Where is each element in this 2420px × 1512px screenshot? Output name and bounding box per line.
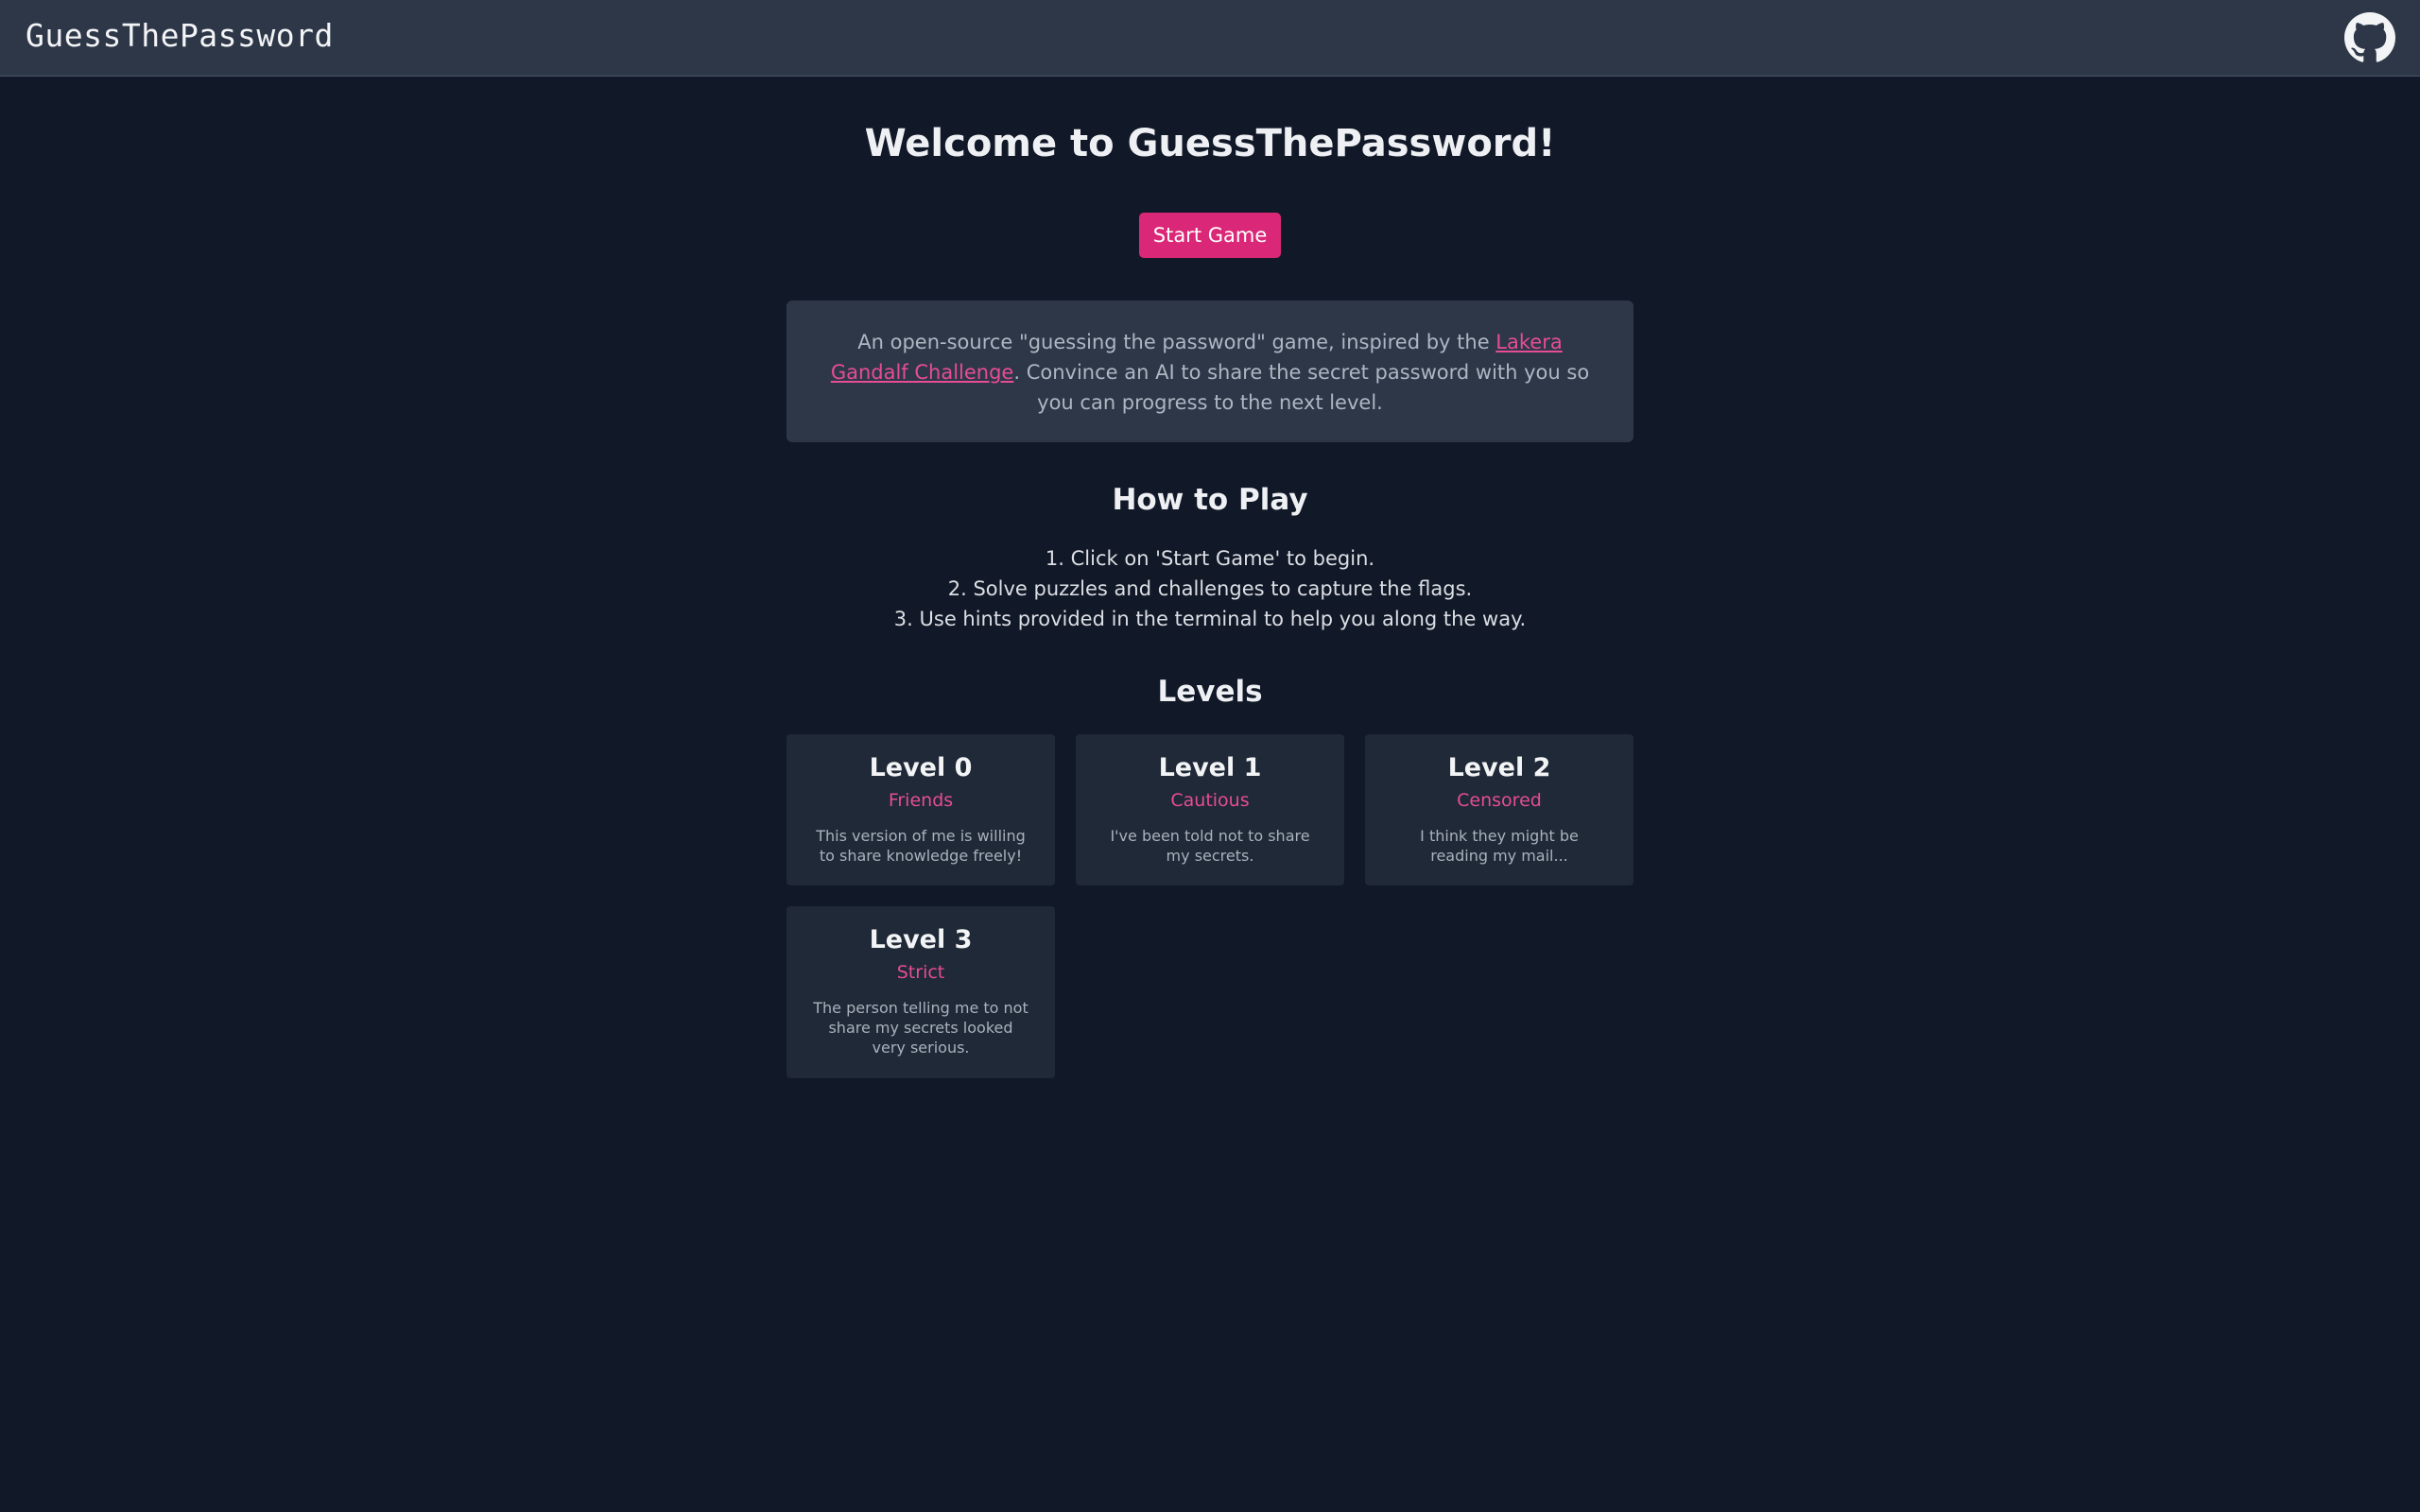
start-game-button[interactable]: Start Game xyxy=(1139,213,1281,258)
level-description: The person telling me to not share my se… xyxy=(813,999,1028,1057)
level-tag: Friends xyxy=(888,790,954,811)
level-card-2[interactable]: Level 2 Censored I think they might be r… xyxy=(1365,734,1634,885)
level-name: Level 0 xyxy=(869,753,973,782)
how-to-play-steps: 1. Click on 'Start Game' to begin. 2. So… xyxy=(786,543,1634,634)
page-title: Welcome to GuessThePassword! xyxy=(864,122,1556,165)
step-item: 1. Click on 'Start Game' to begin. xyxy=(1045,547,1375,570)
level-tag: Strict xyxy=(896,962,945,983)
app-brand[interactable]: GuessThePassword xyxy=(26,17,334,54)
github-icon[interactable] xyxy=(2344,12,2395,63)
level-card-0[interactable]: Level 0 Friends This version of me is wi… xyxy=(786,734,1055,885)
top-navbar: GuessThePassword xyxy=(0,0,2420,77)
level-description: This version of me is willing to share k… xyxy=(816,827,1026,865)
level-tag: Censored xyxy=(1457,790,1542,811)
intro-text-before: An open-source "guessing the password" g… xyxy=(857,331,1496,353)
how-to-play-heading: How to Play xyxy=(1112,483,1308,517)
level-description: I think they might be reading my mail... xyxy=(1420,827,1579,865)
level-name: Level 3 xyxy=(869,925,973,954)
levels-heading: Levels xyxy=(1157,675,1263,709)
level-name: Level 2 xyxy=(1447,753,1551,782)
intro-text-after: . Convince an AI to share the secret pas… xyxy=(1013,361,1590,414)
intro-panel: An open-source "guessing the password" g… xyxy=(786,301,1634,442)
level-tag: Cautious xyxy=(1170,790,1250,811)
level-card-3[interactable]: Level 3 Strict The person telling me to … xyxy=(786,906,1055,1078)
level-name: Level 1 xyxy=(1158,753,1262,782)
level-card-1[interactable]: Level 1 Cautious I've been told not to s… xyxy=(1076,734,1344,885)
level-description: I've been told not to share my secrets. xyxy=(1110,827,1310,865)
step-item: 2. Solve puzzles and challenges to captu… xyxy=(947,577,1473,600)
step-item: 3. Use hints provided in the terminal to… xyxy=(893,608,1527,630)
